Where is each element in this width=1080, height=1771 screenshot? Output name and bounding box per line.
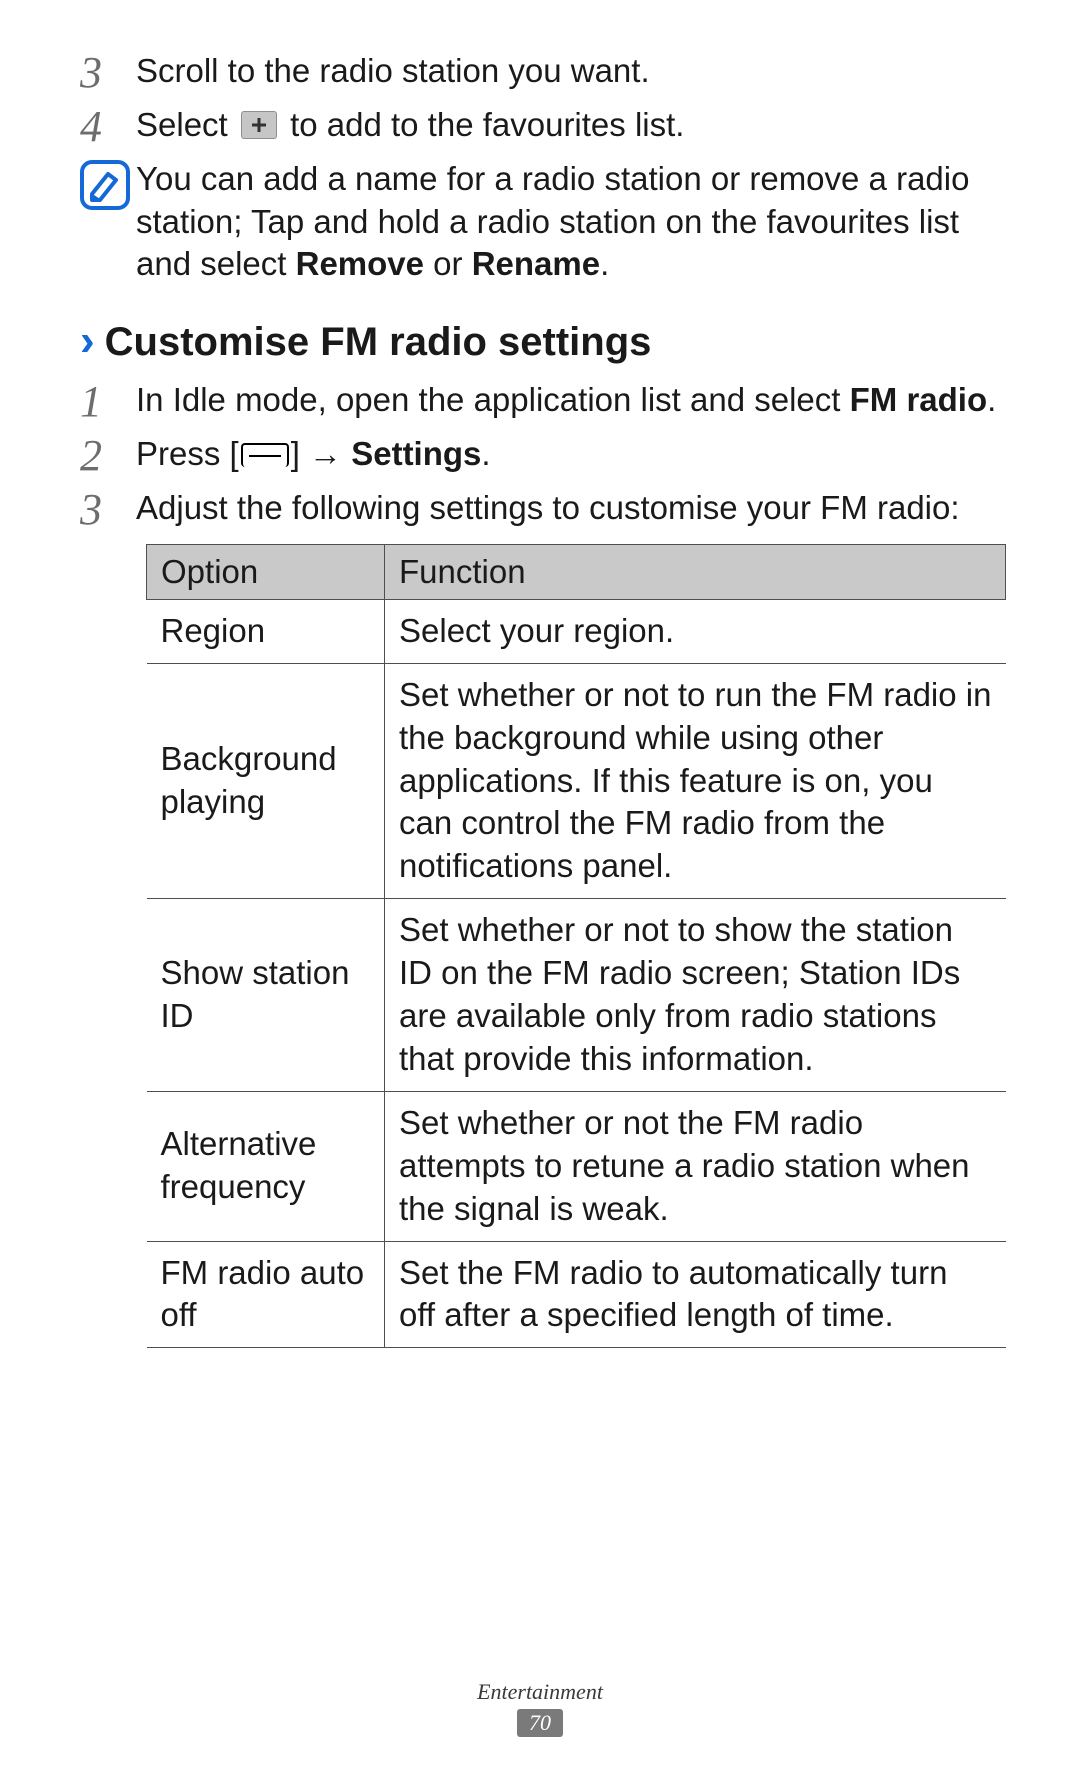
section-title: Customise FM radio settings [105, 320, 652, 365]
page-footer: Entertainment 70 [0, 1679, 1080, 1737]
text-fragment: . [987, 381, 996, 418]
table-row: FM radio auto off Set the FM radio to au… [147, 1241, 1006, 1348]
note-icon [80, 160, 130, 210]
cell-function: Set whether or not to show the station I… [385, 899, 1006, 1092]
chevron-right-icon: › [80, 319, 95, 363]
text-fragment: In Idle mode, open the application list … [136, 381, 850, 418]
header-function: Function [385, 544, 1006, 599]
step-text: Press [ ] → Settings. [136, 433, 1000, 475]
note-icon-col [80, 158, 136, 215]
cell-option: Region [147, 599, 385, 663]
text-fragment: Adjust the following settings to customi… [136, 489, 960, 526]
step-number: 1 [80, 379, 136, 425]
text-fragment: . [600, 245, 609, 282]
table-row: Background playing Set whether or not to… [147, 663, 1006, 898]
step-row: 1 In Idle mode, open the application lis… [80, 379, 1000, 425]
bold-text: Rename [472, 245, 600, 282]
menu-button-icon [241, 443, 289, 467]
note-text: You can add a name for a radio station o… [136, 158, 1000, 285]
plus-icon [241, 111, 277, 139]
step-row: 3 Scroll to the radio station you want. [80, 50, 1000, 96]
step-text: Select to add to the favourites list. [136, 104, 1000, 146]
cell-option: Show station ID [147, 899, 385, 1092]
text-fragment: or [424, 245, 472, 282]
step-text: Scroll to the radio station you want. [136, 50, 1000, 92]
text-fragment: ] → [291, 435, 352, 472]
step-text: Adjust the following settings to customi… [136, 487, 1006, 1348]
cell-function: Set whether or not the FM radio attempts… [385, 1091, 1006, 1241]
cell-option: FM radio auto off [147, 1241, 385, 1348]
table-row: Show station ID Set whether or not to sh… [147, 899, 1006, 1092]
cell-option: Background playing [147, 663, 385, 898]
table-header-row: Option Function [147, 544, 1006, 599]
bold-text: Settings [351, 435, 481, 472]
table-row: Region Select your region. [147, 599, 1006, 663]
text-fragment: Select [136, 106, 237, 143]
step-row: 3 Adjust the following settings to custo… [80, 487, 1000, 1348]
bold-text: Remove [296, 245, 424, 282]
header-option: Option [147, 544, 385, 599]
cell-function: Set whether or not to run the FM radio i… [385, 663, 1006, 898]
step-number: 3 [80, 487, 136, 533]
text-fragment: to add to the favourites list. [290, 106, 684, 143]
text-fragment: . [481, 435, 490, 472]
cell-function: Select your region. [385, 599, 1006, 663]
text-fragment: Press [ [136, 435, 239, 472]
cell-option: Alternative frequency [147, 1091, 385, 1241]
step-row: 4 Select to add to the favourites list. [80, 104, 1000, 150]
manual-page: 3 Scroll to the radio station you want. … [0, 0, 1080, 1771]
step-row: 2 Press [ ] → Settings. [80, 433, 1000, 479]
step-number: 4 [80, 104, 136, 150]
page-number: 70 [517, 1709, 563, 1737]
table-row: Alternative frequency Set whether or not… [147, 1091, 1006, 1241]
section-heading: › Customise FM radio settings [80, 319, 1000, 365]
footer-section-label: Entertainment [0, 1679, 1080, 1705]
settings-table: Option Function Region Select your regio… [146, 544, 1006, 1349]
note-block: You can add a name for a radio station o… [80, 158, 1000, 285]
step-text: In Idle mode, open the application list … [136, 379, 1000, 421]
cell-function: Set the FM radio to automatically turn o… [385, 1241, 1006, 1348]
step-number: 2 [80, 433, 136, 479]
step-number: 3 [80, 50, 136, 96]
bold-text: FM radio [850, 381, 988, 418]
